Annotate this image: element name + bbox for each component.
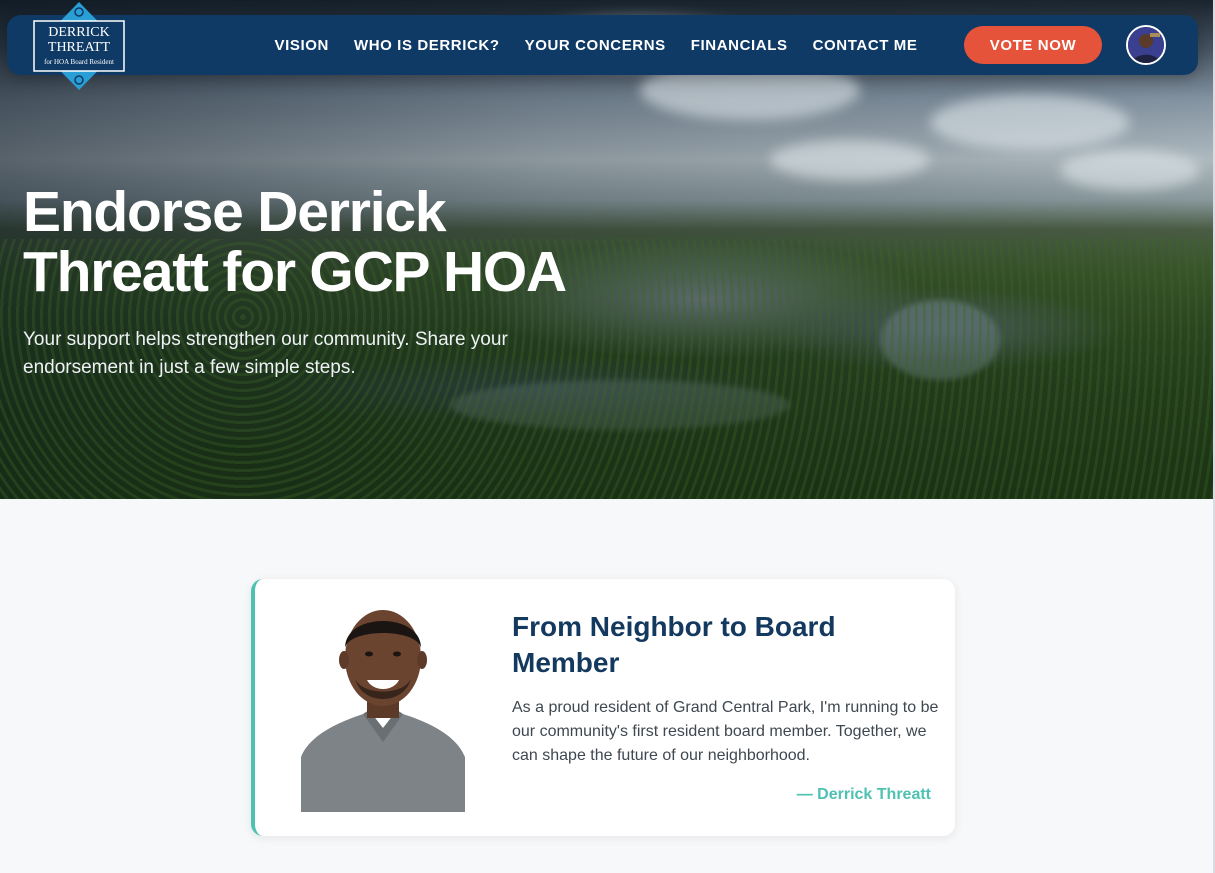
nav-link-your-concerns[interactable]: YOUR CONCERNS — [512, 37, 678, 54]
card-body-text: As a proud resident of Grand Central Par… — [512, 699, 939, 764]
cloud-shape — [770, 140, 930, 180]
page-title: Endorse Derrick Threatt for GCP HOA — [23, 180, 567, 304]
card-signature: — Derrick Threatt — [796, 786, 931, 803]
logo-tagline: for HOA Board Resident — [44, 58, 114, 66]
nav-link-financials[interactable]: FINANCIALS — [678, 37, 800, 54]
user-avatar-icon[interactable] — [1126, 25, 1166, 65]
vote-now-button[interactable]: VOTE NOW — [964, 26, 1102, 64]
candidate-portrait — [301, 602, 465, 812]
card-title: From Neighbor to Board Member — [512, 611, 836, 678]
nav-link-contact-me[interactable]: CONTACT ME — [800, 37, 930, 54]
nav-link-vision[interactable]: VISION — [262, 37, 341, 54]
diamond-badge-icon: DERRICK THREATT for HOA Board Resident — [33, 2, 125, 90]
hero-subtitle: Your support helps strengthen our commun… — [23, 329, 508, 378]
main-nav: VISION WHO IS DERRICK? YOUR CONCERNS FIN… — [262, 15, 930, 75]
nav-link-who-is-derrick[interactable]: WHO IS DERRICK? — [341, 37, 512, 54]
campaign-logo[interactable]: DERRICK THREATT for HOA Board Resident — [30, 2, 128, 90]
cloud-shape — [930, 95, 1130, 150]
logo-line1: DERRICK — [48, 25, 109, 40]
cloud-shape — [1060, 150, 1200, 190]
candidate-card: From Neighbor to Board Member As a proud… — [251, 579, 955, 836]
logo-line2: THREATT — [48, 40, 111, 55]
